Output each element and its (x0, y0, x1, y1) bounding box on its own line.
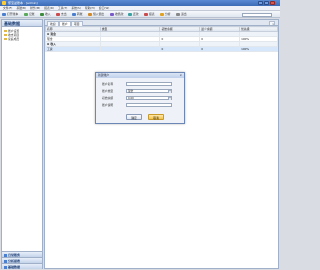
repay-icon (128, 13, 132, 16)
tab-categories[interactable]: 项目 (71, 21, 83, 26)
account-name-label: 账户名称 (102, 82, 114, 86)
sidebar-item-members[interactable]: 家庭成员 (4, 37, 40, 41)
sidebar-title: 基础数据 (2, 20, 42, 27)
table-cell: 100% (239, 46, 278, 52)
account-type-label: 账户类型 (102, 89, 114, 93)
transfer-icon (72, 13, 76, 16)
cancel-button[interactable]: 取消 (148, 114, 164, 120)
book-icon (2, 13, 6, 16)
initial-balance-value: 0.00 (128, 96, 134, 100)
exit-icon (176, 13, 180, 16)
collect-icon (110, 13, 114, 16)
pencil-icon (24, 13, 28, 16)
toolbar-record-button[interactable]: 记账 (24, 12, 35, 17)
main-panel: 欢迎 账户 项目 × 名称 类型 初始余额 最少余额 优先级 ⊟ 资金 现金 0… (44, 19, 279, 269)
account-type-value: 现金 (128, 89, 134, 93)
account-name-input[interactable] (126, 81, 172, 86)
folder-icon (4, 34, 7, 36)
app-icon (2, 1, 6, 5)
folder-icon (4, 38, 7, 40)
toolbar-open-book-button[interactable]: 打开账本 (2, 12, 18, 17)
maximize-button[interactable] (264, 1, 269, 5)
toolbar-report-button[interactable]: 报表 (144, 12, 155, 17)
table-cell: 0 (159, 46, 201, 52)
folder-icon (4, 30, 7, 32)
ok-button[interactable]: 确定 (126, 114, 142, 120)
tab-accounts[interactable]: 账户 (59, 21, 71, 26)
initial-balance-label: 初始余额 (102, 96, 114, 100)
tab-strip: 欢迎 账户 项目 × (45, 20, 278, 26)
account-type-select[interactable]: 现金 ▾ (126, 88, 172, 93)
window-title: 聚宝盆账本 · [admin] (8, 1, 38, 5)
nav-base-button[interactable]: 基础数据 (2, 263, 42, 269)
toolbar-analysis-button[interactable]: 分析 (160, 12, 171, 17)
toolbar-transfer-button[interactable]: 转账 (72, 12, 83, 17)
database-icon (4, 265, 7, 269)
table-row[interactable]: 工资 0 0 100% (45, 46, 278, 52)
new-account-dialog: 新建账户 × 账户名称 账户类型 现金 ▾ 初始余额 0.00 ▴ 账户说明 确定 … (95, 72, 185, 124)
table-cell (99, 46, 161, 52)
table-cell: 0 (199, 46, 241, 52)
sidebar: 基础数据 账户设置 收支项目 家庭成员 日常账务 分析报表 基础数据 (1, 19, 43, 269)
minimize-button[interactable] (258, 1, 263, 5)
toolbar-search-input[interactable] (242, 12, 272, 17)
toolbar-income-button[interactable]: 收入 (40, 12, 51, 17)
account-note-input[interactable] (126, 102, 172, 107)
account-note-label: 账户说明 (102, 103, 114, 107)
toolbar-collect-button[interactable]: 收借款 (110, 12, 123, 17)
expense-icon (56, 13, 60, 16)
dialog-title-bar: 新建账户 × (96, 73, 184, 78)
close-icon[interactable]: × (179, 73, 182, 78)
toolbar-borrow-button[interactable]: 借入借出 (88, 12, 104, 17)
chart-icon (160, 13, 164, 16)
dialog-title: 新建账户 (98, 73, 110, 77)
chevron-down-icon[interactable]: ▾ (168, 89, 171, 93)
initial-balance-input[interactable]: 0.00 ▴ (126, 95, 172, 100)
sidebar-tree: 账户设置 收支项目 家庭成员 (2, 27, 42, 43)
toolbar-repay-button[interactable]: 还款 (128, 12, 139, 17)
report-icon (144, 13, 148, 16)
accounts-table: 名称 类型 初始余额 最少余额 优先级 ⊟ 资金 现金 0 0 100% ⊟ 收… (45, 26, 278, 52)
table-cell: 工资 (45, 46, 101, 52)
close-tab-icon[interactable]: × (269, 21, 275, 26)
borrow-icon (88, 13, 92, 16)
tab-welcome[interactable]: 欢迎 (47, 21, 59, 26)
spinner-icon[interactable]: ▴ (168, 96, 171, 100)
toolbar-expense-button[interactable]: 支出 (56, 12, 67, 17)
toolbar-exit-button[interactable]: 退出 (176, 12, 187, 17)
close-button[interactable] (270, 1, 275, 5)
income-icon (40, 13, 44, 16)
toolbar: 打开账本 记账 收入 支出 转账 借入借出 收借款 还款 报表 分析 退出 (0, 11, 280, 18)
